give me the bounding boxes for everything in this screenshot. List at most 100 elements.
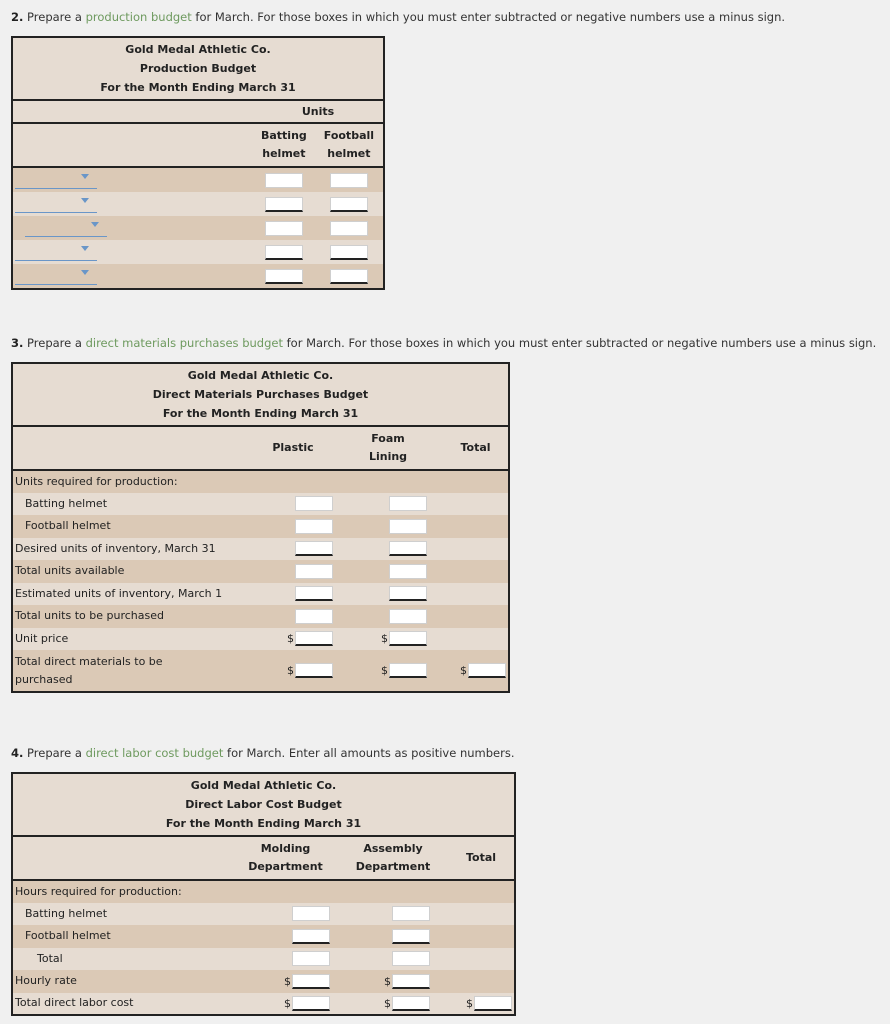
assembly-input[interactable]	[392, 951, 430, 967]
q2-instruction: 2. Prepare a production budget for March…	[11, 10, 785, 24]
football-helmet-input[interactable]	[329, 172, 368, 188]
batting-helmet-input[interactable]	[264, 244, 303, 260]
row-label-dropdown[interactable]	[15, 168, 97, 189]
table-row: Total units available	[12, 560, 509, 583]
row-label: Total direct materials to be purchased	[15, 654, 163, 686]
batting-helmet-input[interactable]	[264, 220, 303, 236]
budget-period: For the Month Ending March 31	[100, 81, 296, 94]
row-label: Total units available	[15, 564, 125, 578]
football-helmet-input[interactable]	[329, 244, 368, 260]
assembly-input[interactable]	[392, 906, 430, 922]
col-molding-department: Molding Department	[248, 841, 323, 874]
foam-lining-input[interactable]	[389, 563, 427, 579]
table-row: Units required for production:	[12, 470, 509, 493]
plastic-input[interactable]	[295, 541, 333, 557]
foam-lining-unit-price-input[interactable]	[389, 631, 427, 647]
dollar-sign: $	[287, 664, 294, 677]
direct-labor-budget-table: Gold Medal Athletic Co. Direct Labor Cos…	[11, 772, 516, 1016]
dollar-sign: $	[466, 996, 473, 1010]
budget-title: Direct Labor Cost Budget	[185, 798, 342, 811]
table-row: Total units to be purchased	[12, 605, 509, 628]
foam-lining-total-input[interactable]	[389, 663, 427, 678]
col-assembly-department: Assembly Department	[355, 841, 431, 874]
molding-labor-cost-input[interactable]	[292, 995, 330, 1011]
budget-title: Production Budget	[139, 62, 257, 75]
direct-materials-budget-table: Gold Medal Athletic Co. Direct Materials…	[11, 362, 510, 693]
q4-number: 4.	[11, 746, 24, 760]
molding-input[interactable]	[292, 951, 330, 967]
foam-lining-input[interactable]	[389, 518, 427, 534]
table-row: Unit price $ $	[12, 627, 509, 650]
col-total: Total	[460, 440, 491, 454]
plastic-unit-price-input[interactable]	[295, 631, 333, 647]
col-football-helmet: Football helmet	[323, 128, 375, 161]
plastic-input[interactable]	[295, 563, 333, 579]
molding-input[interactable]	[292, 906, 330, 922]
batting-helmet-input[interactable]	[264, 196, 303, 212]
dollar-sign: $	[460, 664, 467, 677]
chevron-down-icon	[91, 222, 99, 227]
foam-lining-input[interactable]	[389, 496, 427, 512]
plastic-input[interactable]	[295, 496, 333, 512]
plastic-total-input[interactable]	[295, 663, 333, 678]
table-row: Hours required for production:	[12, 880, 515, 903]
chevron-down-icon	[81, 246, 89, 251]
row-label: Total	[37, 951, 63, 965]
table-row: Desired units of inventory, March 31	[12, 537, 509, 560]
row-label: Hours required for production:	[15, 884, 182, 898]
batting-helmet-input[interactable]	[264, 172, 303, 188]
company-name: Gold Medal Athletic Co.	[125, 43, 271, 56]
table-row: Batting helmet	[12, 492, 509, 515]
row-label-dropdown[interactable]	[25, 216, 107, 237]
table-row: Hourly rate $ $	[12, 970, 515, 993]
table-row: Estimated units of inventory, March 1	[12, 582, 509, 605]
table-row: Football helmet	[12, 515, 509, 538]
football-helmet-input[interactable]	[329, 196, 368, 212]
q3-instruction: 3. Prepare a direct materials purchases …	[11, 336, 876, 350]
dollar-sign: $	[384, 974, 391, 988]
football-helmet-input[interactable]	[329, 220, 368, 236]
col-foam-lining: Foam Lining	[368, 431, 408, 464]
units-header: Units	[301, 105, 335, 118]
molding-hourly-rate-input[interactable]	[292, 973, 330, 989]
plastic-input[interactable]	[295, 586, 333, 602]
q2-prefix: Prepare a	[27, 10, 82, 24]
assembly-labor-cost-input[interactable]	[392, 995, 430, 1011]
molding-input[interactable]	[292, 928, 330, 944]
row-label: Batting helmet	[25, 906, 108, 920]
dollar-sign: $	[287, 632, 294, 646]
row-label-dropdown[interactable]	[15, 240, 97, 261]
production-row	[12, 240, 384, 264]
plastic-input[interactable]	[295, 518, 333, 534]
total-labor-cost-input[interactable]	[474, 995, 512, 1011]
direct-materials-purchases-budget-link[interactable]: direct materials purchases budget	[86, 336, 283, 350]
assembly-hourly-rate-input[interactable]	[392, 973, 430, 989]
row-label-dropdown[interactable]	[15, 192, 97, 213]
chevron-down-icon	[81, 198, 89, 203]
foam-lining-input[interactable]	[389, 541, 427, 557]
table-row: Batting helmet	[12, 902, 515, 925]
dollar-sign: $	[381, 664, 388, 677]
row-label: Desired units of inventory, March 31	[15, 541, 216, 555]
row-label: Batting helmet	[25, 496, 108, 510]
company-name: Gold Medal Athletic Co.	[187, 369, 334, 382]
table-row: Total	[12, 947, 515, 970]
foam-lining-input[interactable]	[389, 586, 427, 602]
direct-labor-cost-budget-link[interactable]: direct labor cost budget	[86, 746, 224, 760]
grand-total-input[interactable]	[468, 663, 506, 678]
row-label: Total units to be purchased	[15, 609, 164, 623]
foam-lining-input[interactable]	[389, 608, 427, 624]
budget-period: For the Month Ending March 31	[162, 407, 359, 420]
q3-prefix: Prepare a	[27, 336, 82, 350]
plastic-input[interactable]	[295, 608, 333, 624]
production-budget-link[interactable]: production budget	[86, 10, 192, 24]
row-label: Estimated units of inventory, March 1	[15, 586, 223, 600]
batting-helmet-input[interactable]	[264, 268, 303, 284]
football-helmet-input[interactable]	[329, 268, 368, 284]
row-label-dropdown[interactable]	[15, 264, 97, 285]
budget-period: For the Month Ending March 31	[165, 817, 362, 830]
assembly-input[interactable]	[392, 928, 430, 944]
production-budget-table: Gold Medal Athletic Co. Production Budge…	[11, 36, 385, 290]
col-batting-helmet: Batting helmet	[260, 128, 307, 161]
col-plastic: Plastic	[272, 440, 314, 454]
